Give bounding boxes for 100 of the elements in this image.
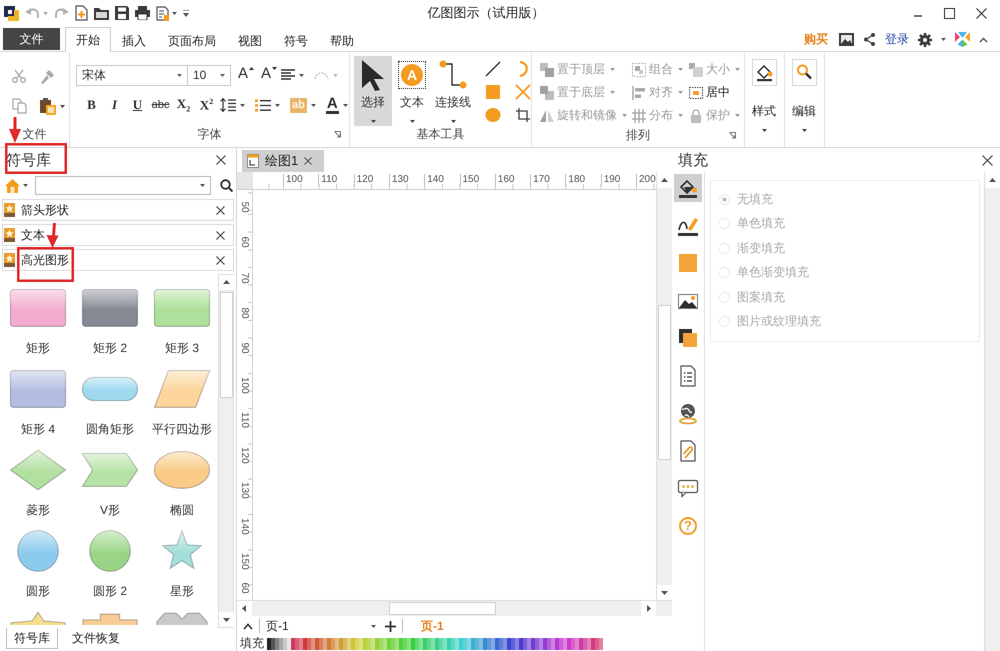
fill-option-label: 单色填充 bbox=[737, 215, 785, 232]
copy-icon[interactable] bbox=[12, 98, 28, 114]
close-icon[interactable] bbox=[216, 155, 226, 165]
vertical-scrollbar[interactable] bbox=[656, 172, 672, 600]
connector-tool-button[interactable]: 连接线 bbox=[432, 56, 474, 126]
caret-icon[interactable] bbox=[60, 104, 65, 108]
file-tab[interactable]: 文件 bbox=[3, 28, 60, 50]
search-icon[interactable] bbox=[220, 179, 233, 192]
collapse-ribbon-icon[interactable] bbox=[979, 36, 988, 42]
menu-tab[interactable]: 页面布局 bbox=[157, 29, 227, 52]
font-size-select[interactable]: 10 bbox=[187, 64, 231, 86]
vertical-scrollbar[interactable] bbox=[218, 274, 234, 628]
font-color-button[interactable]: A bbox=[326, 96, 339, 114]
open-folder-icon[interactable] bbox=[94, 6, 109, 20]
dialog-launcher-icon[interactable] bbox=[729, 132, 736, 139]
italic-button[interactable]: I bbox=[105, 97, 124, 113]
line-spacing-icon[interactable] bbox=[220, 98, 236, 112]
caret-icon[interactable] bbox=[275, 104, 280, 106]
customize-icon[interactable] bbox=[183, 10, 189, 16]
collapse-icon[interactable] bbox=[243, 622, 253, 630]
subscript-button[interactable]: X$_{2}$ bbox=[174, 96, 193, 114]
panel-tab[interactable]: 符号库 bbox=[6, 628, 58, 649]
close-icon[interactable] bbox=[216, 206, 225, 214]
picture-frame-icon[interactable] bbox=[839, 33, 854, 46]
scroll-up-icon[interactable] bbox=[657, 172, 672, 188]
scroll-down-icon[interactable] bbox=[657, 585, 672, 600]
caret-icon[interactable] bbox=[299, 74, 304, 76]
color-palette[interactable] bbox=[267, 638, 603, 650]
close-icon[interactable] bbox=[216, 256, 225, 264]
align-left-icon[interactable] bbox=[281, 69, 296, 81]
line-tool-icon[interactable] bbox=[485, 61, 501, 77]
strikethrough-button[interactable]: abc bbox=[151, 99, 170, 111]
caret-icon[interactable] bbox=[342, 104, 348, 106]
caret-icon[interactable] bbox=[410, 120, 414, 123]
dialog-launcher-icon[interactable] bbox=[334, 131, 341, 138]
style-button[interactable]: 样式 bbox=[745, 52, 783, 132]
panel-tab[interactable]: 文件恢复 bbox=[64, 628, 128, 649]
edit-button[interactable]: 编辑 bbox=[785, 52, 823, 132]
search-field[interactable] bbox=[35, 176, 211, 195]
scrollbar-thumb[interactable] bbox=[220, 292, 232, 398]
font-name-select[interactable]: 宋体 bbox=[76, 64, 188, 86]
bullet-list-icon[interactable] bbox=[255, 98, 271, 112]
library-header[interactable]: 高光图形 bbox=[2, 249, 234, 271]
share-icon[interactable] bbox=[863, 33, 876, 46]
caret-icon[interactable] bbox=[370, 120, 376, 123]
menu-tab[interactable]: 帮助 bbox=[319, 29, 365, 52]
caret-icon[interactable] bbox=[240, 104, 245, 106]
scroll-right-icon[interactable] bbox=[641, 601, 656, 616]
caret-icon[interactable] bbox=[23, 184, 28, 187]
caret-icon[interactable] bbox=[371, 624, 376, 628]
save-icon[interactable] bbox=[115, 6, 129, 20]
page-select[interactable]: 页-1 bbox=[266, 618, 379, 634]
caret-icon[interactable] bbox=[220, 74, 225, 76]
document-tab[interactable]: 绘图1 bbox=[242, 150, 324, 172]
caret-icon[interactable] bbox=[177, 74, 182, 76]
superscript-button[interactable]: X$^{2}$ bbox=[197, 96, 216, 114]
close-icon[interactable] bbox=[216, 230, 225, 240]
menu-tab[interactable]: 符号 bbox=[273, 29, 319, 52]
add-page-icon[interactable] bbox=[385, 620, 396, 632]
caret-icon[interactable] bbox=[310, 104, 316, 106]
vertical-scrollbar[interactable] bbox=[984, 172, 1000, 651]
scroll-up-icon[interactable] bbox=[218, 275, 234, 290]
close-icon[interactable] bbox=[976, 8, 987, 18]
shape-label: 平行四边形 bbox=[152, 421, 212, 438]
scroll-left-icon[interactable] bbox=[237, 601, 252, 616]
distribute-icon bbox=[632, 108, 646, 122]
menu-tab[interactable]: 开始 bbox=[65, 27, 111, 52]
caret-icon[interactable] bbox=[172, 12, 177, 14]
paste-icon[interactable] bbox=[40, 98, 57, 114]
export-icon[interactable] bbox=[156, 6, 169, 20]
maximize-icon[interactable] bbox=[944, 8, 955, 18]
caret-icon bbox=[762, 129, 766, 132]
library-header[interactable]: 文本 bbox=[2, 224, 234, 246]
caret-icon[interactable] bbox=[200, 184, 205, 187]
menu-tab[interactable]: 视图 bbox=[227, 29, 273, 52]
login-link[interactable]: 登录 bbox=[885, 31, 909, 48]
scrollbar-thumb[interactable] bbox=[658, 305, 671, 460]
scroll-up-icon[interactable] bbox=[985, 172, 1000, 188]
bold-button[interactable]: B bbox=[82, 97, 101, 113]
close-icon[interactable] bbox=[982, 154, 993, 166]
scrollbar-thumb[interactable] bbox=[389, 602, 496, 615]
crop-tool-icon[interactable] bbox=[515, 107, 531, 123]
underline-button[interactable]: U bbox=[128, 97, 147, 113]
rectangle-icon[interactable] bbox=[81, 286, 139, 330]
caret-icon[interactable] bbox=[941, 38, 946, 41]
shrink-font-button[interactable]: A bbox=[258, 65, 278, 85]
group-label: 字体 bbox=[198, 126, 222, 142]
caret-icon[interactable] bbox=[450, 120, 456, 123]
new-file-icon[interactable] bbox=[75, 5, 88, 21]
select-tool-button[interactable]: 选择 bbox=[354, 56, 392, 126]
grow-font-button[interactable]: A bbox=[235, 65, 254, 85]
text-tool-button[interactable]: A 文本 bbox=[393, 56, 431, 126]
center-button[interactable]: 居中 bbox=[689, 81, 747, 104]
horizontal-scrollbar[interactable] bbox=[237, 600, 672, 616]
paint-bucket-icon[interactable] bbox=[674, 174, 702, 202]
library-header[interactable]: 箭头形状 bbox=[2, 199, 234, 221]
settings-icon[interactable] bbox=[918, 32, 932, 46]
print-icon[interactable] bbox=[135, 6, 150, 20]
scroll-down-icon[interactable] bbox=[218, 612, 234, 627]
menu-tab[interactable]: 插入 bbox=[111, 29, 157, 52]
